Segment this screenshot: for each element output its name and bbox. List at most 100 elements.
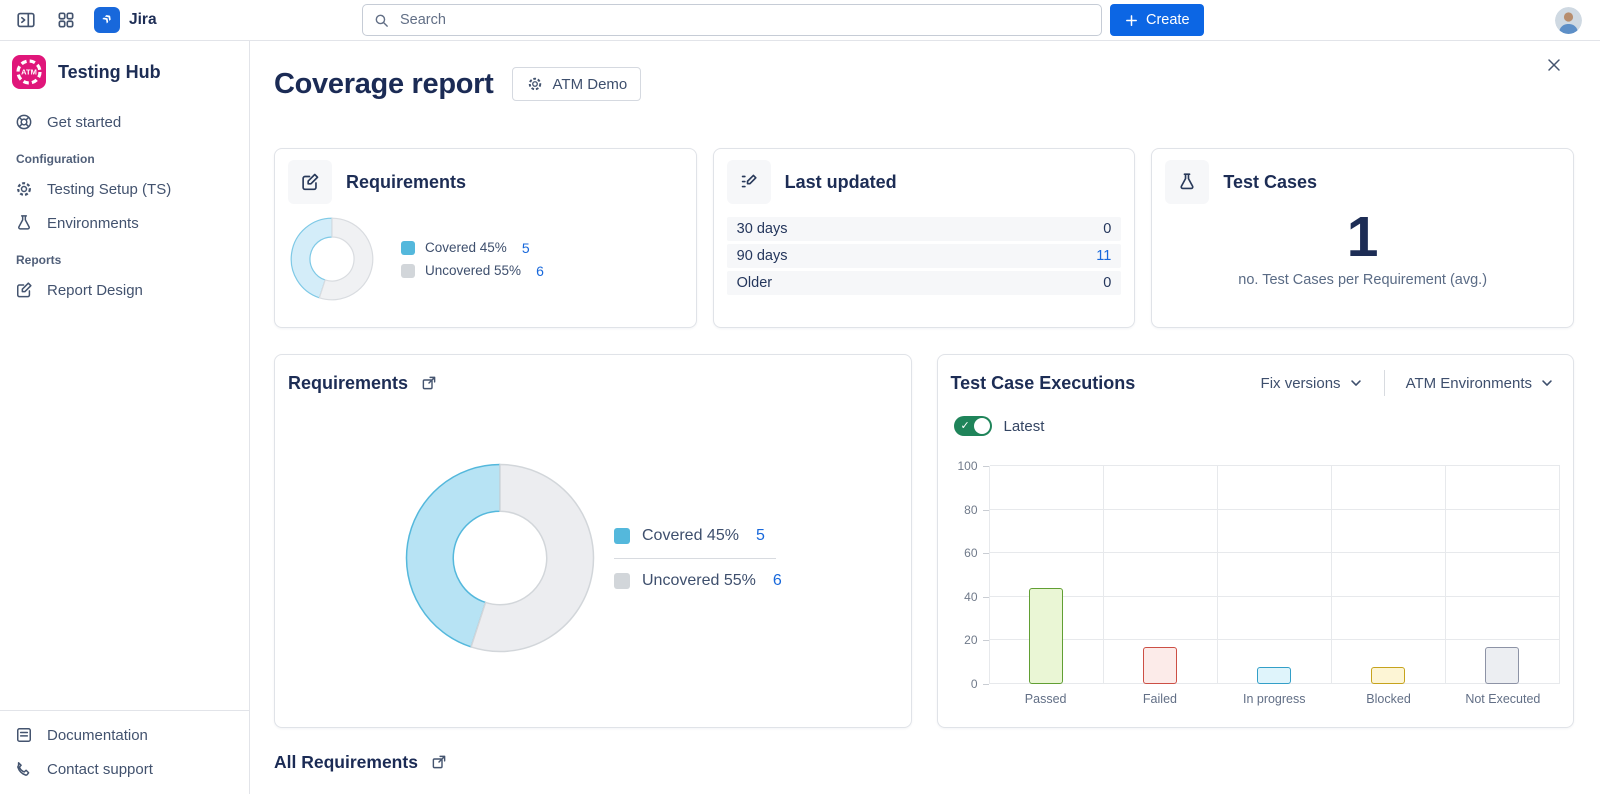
- close-button[interactable]: [1540, 51, 1568, 79]
- legend-label: Covered 45%: [425, 240, 507, 255]
- bar-column: [1332, 466, 1446, 684]
- sidebar: ATM Testing Hub Get started Configuratio…: [0, 41, 250, 794]
- bar-yaxis: 020406080100: [951, 466, 989, 684]
- sidebar-footer: Documentation Contact support: [0, 710, 249, 794]
- legend-item-covered: Covered 45% 5: [614, 527, 790, 545]
- requirements-legend-small: Covered 45% 5 Uncovered 55% 6: [401, 233, 544, 286]
- covered-swatch: [401, 241, 415, 255]
- project-picker-button[interactable]: ATM Demo: [512, 67, 642, 101]
- last-updated-rows: 30 days 0 90 days 11 Older 0: [727, 217, 1122, 295]
- external-link-icon: [430, 753, 448, 771]
- bar-xlabels: PassedFailedIn progressBlockedNot Execut…: [989, 684, 1561, 706]
- y-tick-label: 60: [964, 546, 977, 560]
- all-requirements-title: All Requirements: [274, 752, 418, 773]
- yaxis-spacer: [951, 684, 989, 706]
- row-label: Older: [737, 275, 772, 291]
- legend-label: Uncovered 55%: [425, 263, 521, 278]
- row-label: 90 days: [737, 248, 788, 264]
- atm-environments-dropdown[interactable]: ATM Environments: [1400, 374, 1560, 393]
- user-avatar[interactable]: [1555, 7, 1582, 34]
- page-title: Coverage report: [274, 68, 494, 101]
- bar-passed: [1029, 588, 1063, 684]
- latest-toggle[interactable]: ✓: [954, 416, 992, 436]
- legend-divider: [614, 558, 776, 559]
- sidebar-item-report-design[interactable]: Report Design: [0, 273, 249, 307]
- create-button[interactable]: Create: [1110, 4, 1204, 36]
- bar-not-executed: [1485, 647, 1519, 684]
- toggle-knob: [974, 418, 990, 434]
- sidebar-item-label: Documentation: [47, 727, 148, 744]
- top-bar: » Jira Create: [0, 0, 1600, 41]
- sidebar-app-header[interactable]: ATM Testing Hub: [0, 49, 249, 105]
- uncovered-swatch: [614, 573, 630, 589]
- filters-divider: [1384, 370, 1385, 396]
- app-name: Jira: [129, 11, 157, 29]
- y-tick-label: 40: [964, 590, 977, 604]
- covered-count-link[interactable]: 5: [522, 240, 530, 256]
- bar-failed: [1143, 647, 1177, 684]
- uncovered-count-link[interactable]: 6: [773, 572, 782, 590]
- last-updated-icon: [727, 160, 771, 204]
- svg-text:ATM: ATM: [21, 68, 37, 77]
- collapse-sidebar-icon: [15, 9, 37, 31]
- bar-column: [1218, 466, 1332, 684]
- external-link-icon: [420, 374, 438, 392]
- search-input[interactable]: [398, 11, 1091, 29]
- covered-count-link[interactable]: 5: [756, 527, 765, 545]
- card-title: Requirements: [288, 373, 408, 394]
- requirements-summary-card: Requirements Covered 45% 5 Uncovered 55%: [274, 148, 697, 328]
- requirements-icon: [288, 160, 332, 204]
- life-ring-icon: [14, 112, 34, 132]
- legend-label: Uncovered 55%: [642, 572, 756, 590]
- x-axis-label: Blocked: [1331, 684, 1445, 706]
- app-switcher-button[interactable]: [50, 4, 82, 36]
- y-tick-label: 80: [964, 503, 977, 517]
- collapse-sidebar-button[interactable]: [10, 4, 42, 36]
- card-title: Test Cases: [1223, 172, 1317, 193]
- open-all-requirements-button[interactable]: [428, 751, 450, 773]
- executions-bar-chart: 020406080100 PassedFailedIn progressBloc…: [951, 466, 1561, 706]
- sidebar-item-label: Report Design: [47, 282, 143, 299]
- x-axis-label: In progress: [1217, 684, 1331, 706]
- row-label: 30 days: [737, 221, 788, 237]
- requirements-donut-small: [289, 216, 375, 302]
- sidebar-section-configuration: Configuration: [0, 139, 249, 172]
- uncovered-count-link[interactable]: 6: [536, 263, 544, 279]
- plus-icon: [1124, 13, 1139, 28]
- x-axis-label: Passed: [989, 684, 1103, 706]
- check-icon: ✓: [961, 421, 970, 432]
- test-cases-caption: no. Test Cases per Requirement (avg.): [1165, 272, 1560, 288]
- row-value-link[interactable]: 11: [1096, 248, 1111, 264]
- y-tick-label: 100: [957, 459, 977, 473]
- fix-versions-dropdown[interactable]: Fix versions: [1255, 374, 1369, 393]
- uncovered-swatch: [401, 264, 415, 278]
- jira-home-link[interactable]: » Jira: [90, 7, 161, 33]
- close-icon: [1544, 55, 1564, 75]
- bar-in-progress: [1257, 667, 1291, 684]
- sidebar-item-environments[interactable]: Environments: [0, 206, 249, 240]
- create-button-label: Create: [1146, 12, 1190, 28]
- sidebar-item-testing-setup[interactable]: Testing Setup (TS): [0, 172, 249, 206]
- global-search[interactable]: [362, 4, 1102, 36]
- last-updated-card: Last updated 30 days 0 90 days 11 Older …: [713, 148, 1136, 328]
- sidebar-item-contact-support[interactable]: Contact support: [0, 752, 249, 786]
- row-value: 0: [1103, 221, 1111, 237]
- bar-column: [990, 466, 1104, 684]
- open-requirements-button[interactable]: [418, 372, 440, 394]
- x-axis-label: Failed: [1103, 684, 1217, 706]
- main-content: Coverage report ATM Demo: [250, 41, 1600, 794]
- test-cases-card: Test Cases 1 no. Test Cases per Requirem…: [1151, 148, 1574, 328]
- test-cases-value: 1: [1165, 206, 1560, 269]
- requirements-legend-large: Covered 45% 5 Uncovered 55% 6: [614, 527, 790, 590]
- phone-icon: [14, 759, 34, 779]
- testing-hub-logo-icon: ATM: [12, 55, 46, 89]
- sidebar-section-reports: Reports: [0, 240, 249, 273]
- sidebar-item-get-started[interactable]: Get started: [0, 105, 249, 139]
- search-icon: [373, 12, 390, 29]
- sidebar-item-documentation[interactable]: Documentation: [0, 718, 249, 752]
- sidebar-app-title: Testing Hub: [58, 62, 161, 83]
- bar-column: [1104, 466, 1218, 684]
- card-title: Last updated: [785, 172, 897, 193]
- document-icon: [14, 725, 34, 745]
- legend-item-uncovered: Uncovered 55% 6: [614, 572, 790, 590]
